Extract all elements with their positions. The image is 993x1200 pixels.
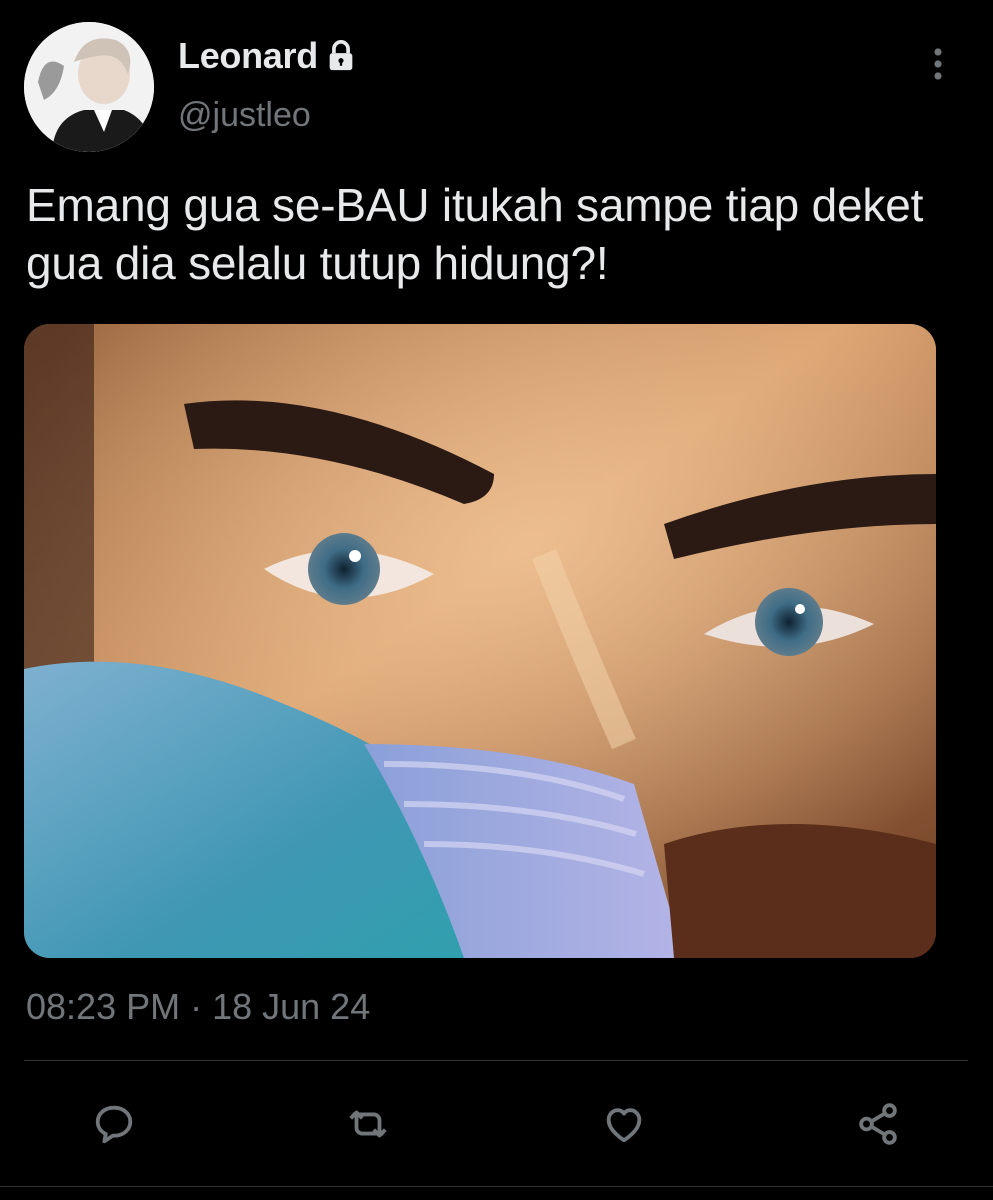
tweet-date: 18 Jun 24 — [212, 986, 371, 1027]
author-handle[interactable]: @justleo — [178, 96, 311, 135]
retweet-button[interactable] — [342, 1098, 394, 1150]
bottom-divider — [0, 1186, 993, 1187]
author-display-name[interactable]: Leonard — [178, 35, 318, 77]
share-icon — [859, 1103, 897, 1145]
retweet-icon — [349, 1110, 387, 1138]
reply-button[interactable] — [88, 1098, 140, 1150]
author-name-row: Leonard — [178, 34, 358, 78]
divider — [24, 1060, 968, 1061]
tweet-text: Emang gua se-BAU itukah sampe tiap deket… — [26, 179, 924, 289]
timestamp-separator: · — [190, 986, 203, 1027]
like-icon — [606, 1108, 642, 1143]
like-button[interactable] — [598, 1098, 650, 1150]
share-button[interactable] — [852, 1098, 904, 1150]
avatar[interactable] — [24, 22, 154, 152]
tweet-time: 08:23 PM — [26, 986, 181, 1027]
avatar-image — [24, 22, 154, 152]
reply-icon — [95, 1105, 133, 1144]
more-options-icon[interactable] — [922, 44, 954, 84]
tweet-timestamp[interactable]: 08:23 PM · 18 Jun 24 — [26, 986, 370, 1028]
tweet-photo[interactable] — [24, 324, 936, 958]
lock-icon — [329, 40, 353, 71]
photo-image — [24, 324, 936, 958]
action-bar — [0, 1098, 993, 1150]
